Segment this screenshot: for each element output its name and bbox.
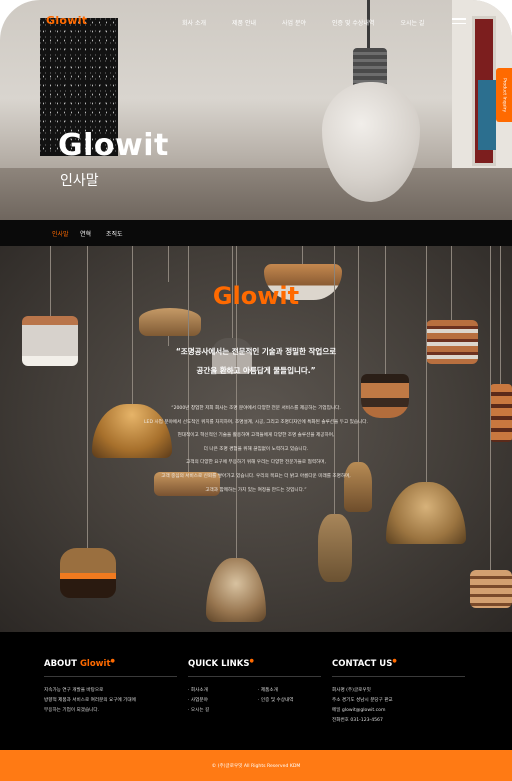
body-line-6: 고객 중심의 서비스로 신뢰를 쌓아가고 있습니다. 우리의 목표는 더 밝고 …: [161, 473, 351, 479]
contact-phone[interactable]: 전화번호 031-123-4567: [332, 716, 465, 726]
hero-subtitle: 인사말: [60, 173, 99, 189]
body-line-2: LED 사업 분야에서 선도적인 위치를 차지하며, 조명설계, 시공, 그리고…: [143, 419, 368, 425]
footer-divider: [332, 675, 465, 677]
intro-logo: Glowit: [212, 282, 300, 310]
nav-item-company[interactable]: 회사 소개: [182, 18, 206, 27]
contact-heading: CONTACT US●: [332, 658, 397, 669]
menu-icon[interactable]: [452, 18, 466, 26]
hero-rack-panel: [478, 80, 496, 150]
site-logo[interactable]: Glowit: [46, 14, 87, 27]
nav-item-certifications[interactable]: 인증 및 수상내역: [332, 18, 374, 27]
main-nav: 회사 소개 제품 안내 사업 분야 인증 및 수상내역 오시는 길: [182, 18, 450, 27]
nav-item-business[interactable]: 사업 분야: [282, 18, 306, 27]
intro-body: “2000년 창업한 저희 회사는 조명 분야에서 다양한 전문 서비스를 제공…: [0, 402, 512, 497]
quick-link-products[interactable]: · 제품소개: [258, 686, 328, 696]
quote-line-1: “조명공사에서는 전문적인 기술과 정밀한 작업으로: [175, 347, 337, 356]
footer-about-heading: ABOUT Glowit●: [44, 658, 115, 669]
about-line-3: 부응하는 기업이 되겠습니다.: [44, 707, 100, 713]
quick-links-heading: QUICK LINKS●: [188, 658, 254, 669]
hero-title: Glowit: [58, 128, 169, 163]
copyright-bar: © (주)글로우잇 All Rights Reserved KDM: [0, 750, 512, 781]
quick-link-business[interactable]: · 사업분야: [188, 696, 258, 706]
about-line-2: 방향적 제품과 서비스로 여러분의 요구에 기대에: [44, 697, 136, 703]
body-line-3: 현대적이고 혁신적인 기술을 활용하여 고객들에게 다양한 조명 솔루션을 제공…: [177, 433, 335, 439]
footer-contact: CONTACT US● 회사명 (주)글로우잇 주소 경기도 성남시 분당구 판…: [332, 658, 465, 726]
body-line-4: 더 나은 조명 경험을 위해 끊임없이 노력하고 있습니다.: [203, 446, 309, 452]
quote-line-2: 공간을 환하고 아름답게 물들입니다.”: [196, 366, 316, 375]
about-heading-prefix: ABOUT: [44, 658, 77, 669]
tab-history[interactable]: 연혁: [80, 229, 91, 238]
hero-banner: Glowit 회사 소개 제품 안내 사업 분야 인증 및 수상내역 오시는 길…: [0, 0, 512, 220]
contact-email[interactable]: 메일 glowit@glowit.com: [332, 706, 465, 716]
tab-greeting[interactable]: 인사말: [52, 229, 69, 238]
intro-quote: “조명공사에서는 전문적인 기술과 정밀한 작업으로 공간을 환하고 아름답게 …: [0, 342, 512, 380]
product-inquiry-label: Product Inquiry: [501, 77, 507, 113]
product-inquiry-tab[interactable]: Product Inquiry: [496, 68, 512, 122]
quick-link-location[interactable]: · 오시는 길: [188, 706, 258, 716]
contact-company: 회사명 (주)글로우잇: [332, 687, 371, 693]
footer-quick-links: QUICK LINKS● · 회사소개 · 제품소개 · 사업분야 · 인증 및…: [188, 658, 328, 716]
body-line-1: “2000년 창업한 저희 회사는 조명 분야에서 다양한 전문 서비스를 제공…: [171, 406, 341, 411]
nav-item-location[interactable]: 오시는 길: [400, 18, 424, 27]
body-line-7: 고객과 함께하는 가치 있는 여정을 만드는 것입니다.”: [205, 487, 307, 493]
sub-nav: 인사말 연혁 조직도: [0, 220, 512, 246]
quick-link-certifications[interactable]: · 인증 및 수상내역: [258, 696, 328, 706]
site-footer: ABOUT Glowit● 지속가능 연구 개발을 바탕으로 방향적 제품과 서…: [0, 632, 512, 750]
quick-links-list: · 회사소개 · 제품소개 · 사업분야 · 인증 및 수상내역 · 오시는 길: [188, 686, 328, 716]
copyright-text: © (주)글로우잇 All Rights Reserved KDM: [211, 763, 301, 769]
tab-organization[interactable]: 조직도: [106, 229, 123, 238]
about-line-1: 지속가능 연구 개발을 바탕으로: [44, 687, 104, 693]
footer-divider: [188, 675, 321, 677]
footer-about: ABOUT Glowit● 지속가능 연구 개발을 바탕으로 방향적 제품과 서…: [44, 658, 177, 716]
nav-item-products[interactable]: 제품 안내: [232, 18, 256, 27]
greeting-section: Glowit “조명공사에서는 전문적인 기술과 정밀한 작업으로 공간을 환하…: [0, 246, 512, 632]
quick-link-company[interactable]: · 회사소개: [188, 686, 258, 696]
about-heading-brand: Glowit: [79, 658, 111, 669]
footer-divider: [44, 675, 177, 677]
body-line-5: 고객의 다양한 요구에 부응하기 위해 우리는 다양한 전문가들로 협력하며,: [186, 460, 326, 466]
contact-address: 주소 경기도 성남시 분당구 판교: [332, 697, 393, 703]
